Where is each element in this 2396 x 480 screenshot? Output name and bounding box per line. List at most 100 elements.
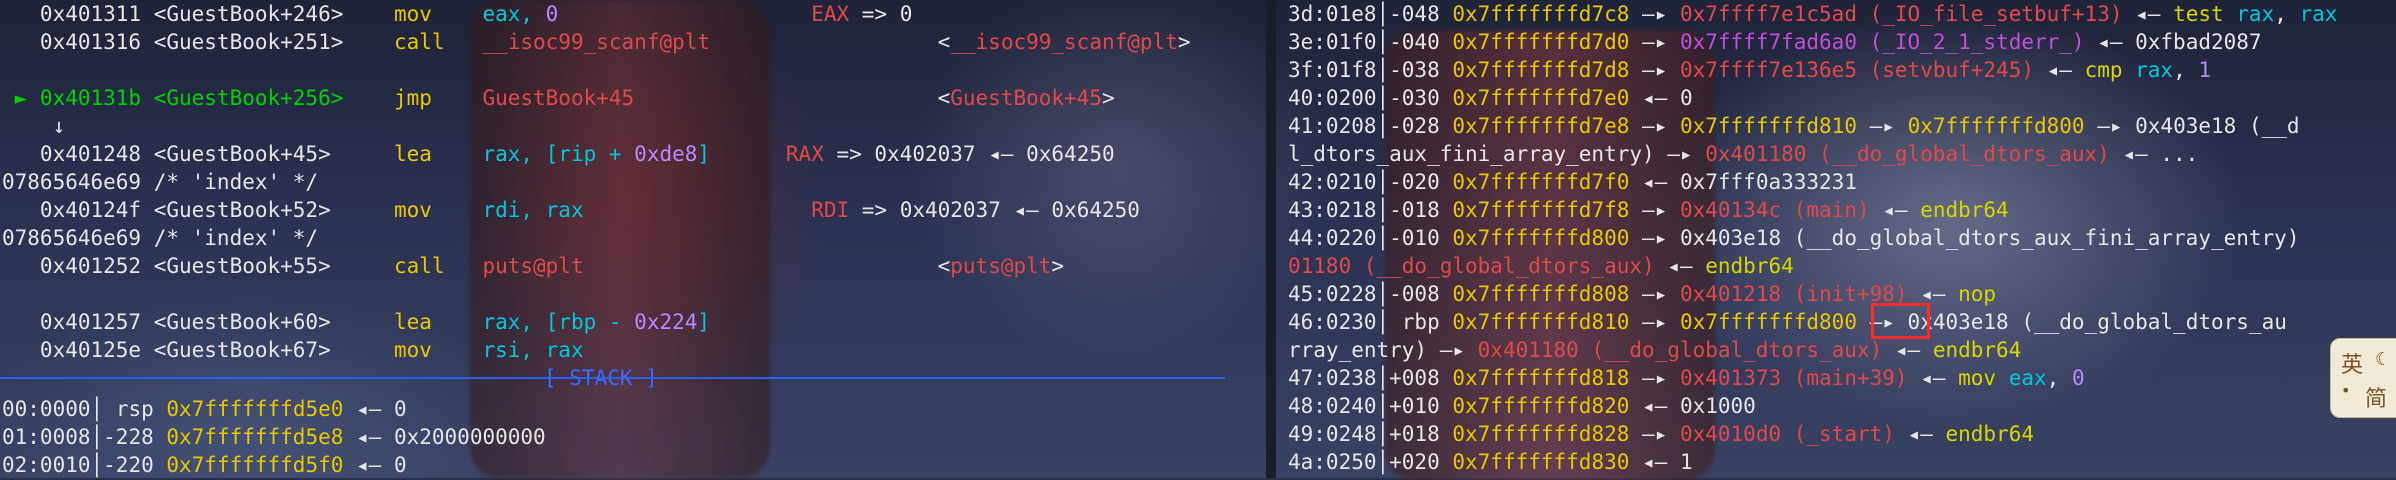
left-line-segment: 0 [545,2,559,26]
right-line-segment: nop [1958,282,1997,306]
right-line-segment: 45:0228│-008 [1288,282,1453,306]
left-line-segment: EAX [811,2,850,26]
ime-indicator[interactable]: 英 ☾ • 简 [2330,338,2396,418]
left-line-segment: RAX [785,142,824,166]
right-line-segment: 0x7fffffffd808 [1452,282,1630,306]
right-line-segment: rax [2299,2,2338,26]
right-line-segment: —▸ [1629,114,1680,138]
left-line-segment: ◂— 0 [343,453,407,477]
right-line: 40:0200│-030 0x7fffffffd7e0 ◂— 0 [1288,84,1693,112]
left-line-segment: rsi, rax [482,338,584,362]
right-line-segment: ◂— 0 [1629,86,1693,110]
right-line: 49:0248│+018 0x7fffffffd828 —▸ 0x4010d0 … [1288,420,2034,448]
left-line-segment [584,198,812,222]
left-line-segment: lea [393,310,483,334]
stack-dump-pane[interactable]: 3d:01e8│-048 0x7fffffffd7c8 —▸ 0x7ffff7e… [1276,0,2396,478]
right-line-segment: 0x7fffffffd830 [1452,450,1630,474]
stack-section-label: [ STACK ] [544,366,658,390]
left-line-segment: rax, [rip + [482,142,635,166]
pane-divider[interactable] [1266,0,1276,478]
right-line: l_dtors_aux_fini_array_entry) —▸ 0x40118… [1288,140,2198,168]
left-line: 00:0000│ rsp 0x7fffffffd5e0 ◂— 0 [2,395,407,423]
right-line: 3d:01e8│-048 0x7fffffffd7c8 —▸ 0x7ffff7e… [1288,0,2337,28]
left-line-segment: mov [393,338,483,362]
right-line-segment: 0x7fffffffd800 [1452,226,1630,250]
right-line-segment: 4a:0250│+020 [1288,450,1453,474]
left-line-segment: RDI [811,198,850,222]
right-line-segment: rax [2236,2,2275,26]
left-line: 0x401248 <GuestBook+45> lea rax, [rip + … [2,140,1115,168]
right-line-segment: , [2173,58,2199,82]
right-line-segment: test [2173,2,2237,26]
dot-icon: • [2341,381,2351,400]
left-line-segment: 07865646e69 /* 'index' */ [2,170,319,194]
left-line: 0x401316 <GuestBook+251> call __isoc99_s… [2,28,1191,56]
right-line-segment: 01180 (__do_global_dtors_aux) [1288,254,1655,278]
left-line-segment: 07865646e69 /* 'index' */ [2,226,319,250]
right-line-segment: 46:0230│ rbp [1288,310,1453,334]
right-line: 3f:01f8│-038 0x7fffffffd7d8 —▸ 0x7ffff7e… [1288,56,2211,84]
right-line-segment: 42:0210│-020 [1288,170,1453,194]
left-line-segment: 00:0000 [2,397,91,421]
ime-mode-label: 简 [2365,387,2388,412]
highlight-box [1871,303,1930,339]
right-line-segment: —▸ [1629,198,1680,222]
right-line-segment: endbr64 [1920,198,2009,222]
right-line-segment: endbr64 [1945,422,2034,446]
left-line: 0x40124f <GuestBook+52> mov rdi, rax RDI… [2,196,1140,224]
right-line-segment: cmp [2084,58,2136,82]
left-line: ► 0x40131b <GuestBook+256> jmp GuestBook… [2,84,1115,112]
left-line-segment: jmp [393,86,483,110]
left-line-segment: __isoc99_scanf@plt [950,30,1178,54]
right-line-segment: 0x7ffff7e136e5 (setvbuf+245) [1679,58,2034,82]
left-line-segment: rdi, rax [482,198,584,222]
left-line-segment: 0x401248 <GuestBook+45> [2,142,394,166]
left-line: 07865646e69 /* 'index' */ [2,168,318,196]
right-line-segment: 0x401180 (__do_global_dtors_aux) [1705,142,2110,166]
left-line-segment: 0x401316 <GuestBook+251> [2,30,394,54]
right-line-segment: 0x7fffffffd828 [1452,422,1630,446]
right-line-segment: —▸ [1629,58,1680,82]
right-line-segment: —▸ [1629,282,1680,306]
right-line: 47:0238│+008 0x7fffffffd818 —▸ 0x401373 … [1288,364,2085,392]
right-line-segment: 0x7fffffffd7e0 [1452,86,1630,110]
left-line-segment: => 0 [849,2,913,26]
left-line-segment: rax, [rbp - [482,310,635,334]
left-line-segment: 0x401252 <GuestBook+55> [2,254,394,278]
left-line-segment: 0x7fffffffd5f0 [166,453,344,477]
right-line-segment: 3d:01e8│-048 [1288,2,1453,26]
left-line-segment: call [393,254,483,278]
left-line-segment: ↓ [2,114,66,138]
left-line: ↓ [2,112,66,140]
left-line: 07865646e69 /* 'index' */ [2,224,318,252]
ime-lang-label: 英 [2341,353,2364,378]
right-line-segment: 0x7fffffffd800 [1907,114,2085,138]
right-line-segment: 48:0240│+010 [1288,394,1453,418]
disassembly-pane[interactable]: 0x401311 <GuestBook+246> mov eax, 0 EAX … [0,0,1266,478]
left-line-segment: ► 0x40131b <GuestBook+256> [2,86,394,110]
right-line-segment: —▸ [1629,30,1680,54]
right-line-segment: 0x7fffffffd810 [1679,114,1857,138]
left-line: 0x401257 <GuestBook+60> lea rax, [rbp - … [2,308,710,336]
left-line-segment: ] [697,142,711,166]
left-line-segment: => 0x402037 ◂— 0x64250 [849,198,1140,222]
left-line-segment: │ [90,397,116,421]
right-line-segment: 0x7fffffffd7c8 [1452,2,1630,26]
right-line-segment: 3f:01f8│-038 [1288,58,1453,82]
left-line-segment: 0x40125e <GuestBook+67> [2,338,394,362]
right-line-segment: ◂— [1869,198,1921,222]
right-line-segment: ◂— 0x7fff0a333231 [1629,170,1857,194]
left-line-segment: < [583,254,951,278]
left-line: 0x40125e <GuestBook+67> mov rsi, rax [2,336,584,364]
left-line-segment: │-220 [90,453,167,477]
left-line: 02:0010│-220 0x7fffffffd5f0 ◂— 0 [2,451,407,478]
left-line-segment: ] [697,310,711,334]
left-line-segment: < [634,86,951,110]
right-line: 46:0230│ rbp 0x7fffffffd810 —▸ 0x7ffffff… [1288,308,2287,336]
right-line-segment: 0x40134c (main) [1679,198,1870,222]
left-line-segment: │-228 [90,425,167,449]
left-line-segment: 0x7fffffffd5e8 [166,425,344,449]
left-line-segment: 0x40124f <GuestBook+52> [2,198,394,222]
right-line-segment: 3e:01f0│-040 [1288,30,1453,54]
left-line-segment: puts@plt [950,254,1052,278]
